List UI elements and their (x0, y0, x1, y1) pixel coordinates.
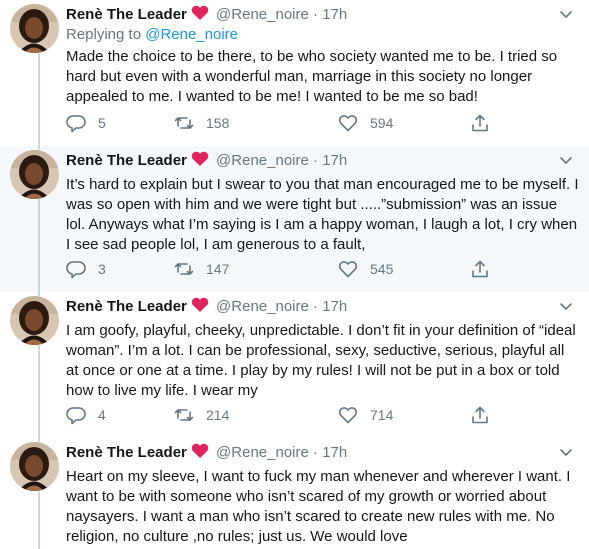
share-icon (472, 260, 488, 278)
share-icon (472, 406, 488, 424)
timestamp[interactable]: 17h (322, 298, 347, 315)
user-handle[interactable]: @Rene_noire (216, 152, 309, 169)
like-count: 594 (370, 115, 394, 131)
tweet-header: Renè The Leader @Rene_noire · 17h (66, 296, 569, 316)
retweet-count: 158 (206, 115, 230, 131)
reply-icon (66, 261, 86, 279)
heart-outline-icon (338, 261, 358, 278)
tweet-header: Renè The Leader @Rene_noire · 17h (66, 442, 569, 462)
retweet-icon (174, 409, 194, 421)
thread-connector-line (38, 199, 40, 292)
share-button[interactable] (470, 259, 502, 279)
retweet-button[interactable]: 147 (174, 259, 229, 279)
like-button[interactable]: 545 (338, 259, 393, 279)
heart-outline-icon (338, 407, 358, 424)
red-heart-emoji-icon (191, 5, 209, 20)
tweet[interactable]: Renè The Leader @Rene_noire · 17h It’s h… (0, 146, 589, 292)
thread-connector-line (38, 53, 40, 146)
heart-outline-icon (338, 115, 358, 132)
replying-to-label: Replying to (66, 26, 142, 43)
tweet-text: Heart on my sleeve, I want to fuck my ma… (66, 468, 571, 545)
red-heart-emoji-icon (191, 151, 209, 166)
share-button[interactable] (470, 113, 502, 133)
tweet[interactable]: Renè The Leader @Rene_noire · 17h Heart … (0, 438, 589, 549)
thread-connector-line (38, 345, 40, 438)
tweet-actions: 3 147 545 (66, 259, 526, 279)
tweet[interactable]: Renè The Leader @Rene_noire · 17h I am g… (0, 292, 589, 438)
timestamp[interactable]: 17h (322, 152, 347, 169)
retweet-button[interactable]: 158 (174, 113, 229, 133)
share-button[interactable] (470, 405, 502, 425)
like-button[interactable]: 714 (338, 405, 393, 425)
chevron-down-icon[interactable] (559, 8, 573, 20)
separator-dot: · (313, 152, 319, 169)
timestamp[interactable]: 17h (322, 444, 347, 461)
tweet-text: Made the choice to be there, to be who s… (66, 48, 558, 105)
user-handle[interactable]: @Rene_noire (216, 444, 309, 461)
replying-to-line: Replying to @Rene_noire (66, 26, 238, 44)
retweet-button[interactable]: 214 (174, 405, 229, 425)
separator-dot: · (313, 6, 319, 23)
like-button[interactable]: 594 (338, 113, 393, 133)
replying-to-handle-link[interactable]: @Rene_noire (145, 26, 238, 43)
reply-button[interactable]: 3 (66, 259, 106, 279)
tweet-text: It’s hard to explain but I swear to you … (66, 176, 579, 253)
chevron-down-icon[interactable] (559, 300, 573, 312)
retweet-count: 147 (206, 261, 230, 277)
red-heart-emoji-icon (191, 297, 209, 312)
timestamp[interactable]: 17h (322, 6, 347, 23)
user-handle[interactable]: @Rene_noire (216, 298, 309, 315)
reply-count: 4 (98, 407, 106, 423)
reply-button[interactable]: 4 (66, 405, 106, 425)
avatar[interactable] (10, 442, 59, 491)
tweet-actions: 4 214 714 (66, 405, 526, 425)
tweet-header: Renè The Leader @Rene_noire · 17h (66, 4, 569, 24)
tweet-text: I am goofy, playful, cheeky, unpredictab… (66, 322, 576, 399)
tweet-header: Renè The Leader @Rene_noire · 17h (66, 150, 569, 170)
avatar[interactable] (10, 4, 59, 53)
chevron-down-icon[interactable] (559, 446, 573, 458)
user-handle[interactable]: @Rene_noire (216, 6, 309, 23)
reply-button[interactable]: 5 (66, 113, 106, 133)
red-heart-emoji-icon (191, 443, 209, 458)
retweet-icon (174, 117, 194, 129)
chevron-down-icon[interactable] (559, 154, 573, 166)
reply-count: 5 (98, 115, 106, 131)
avatar[interactable] (10, 296, 59, 345)
share-icon (472, 114, 488, 132)
display-name[interactable]: Renè The Leader (66, 298, 187, 315)
display-name[interactable]: Renè The Leader (66, 6, 187, 23)
tweet-thread: Renè The Leader @Rene_noire · 17h Replyi… (0, 0, 589, 549)
tweet-actions: 5 158 594 (66, 113, 526, 133)
separator-dot: · (313, 298, 319, 315)
retweet-count: 214 (206, 407, 230, 423)
thread-connector-line (38, 491, 40, 549)
retweet-icon (174, 263, 194, 275)
reply-count: 3 (98, 261, 106, 277)
tweet[interactable]: Renè The Leader @Rene_noire · 17h Replyi… (0, 0, 589, 146)
avatar[interactable] (10, 150, 59, 199)
display-name[interactable]: Renè The Leader (66, 444, 187, 461)
like-count: 714 (370, 407, 394, 423)
reply-icon (66, 407, 86, 425)
like-count: 545 (370, 261, 394, 277)
display-name[interactable]: Renè The Leader (66, 152, 187, 169)
separator-dot: · (313, 444, 319, 461)
reply-icon (66, 115, 86, 133)
